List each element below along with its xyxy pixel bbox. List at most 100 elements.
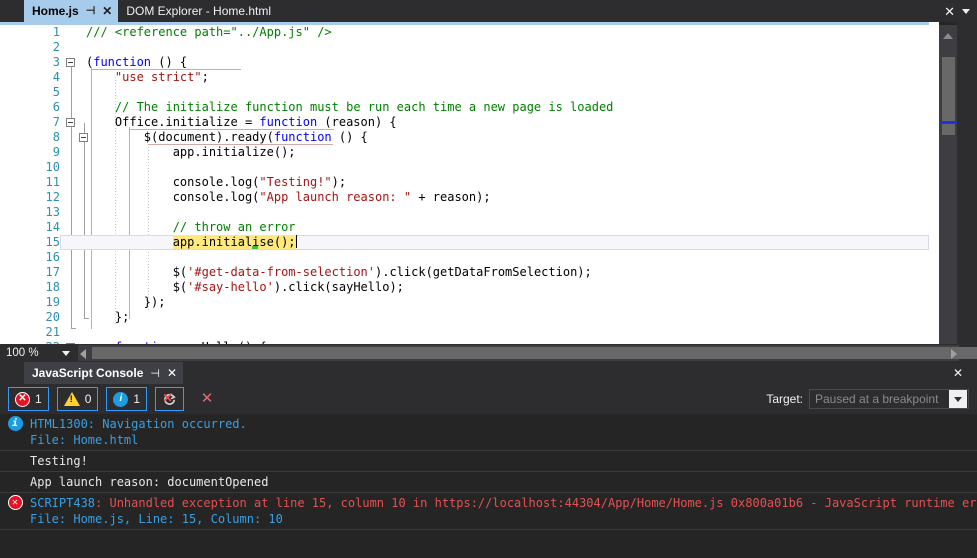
message-code: SCRIPT438 xyxy=(30,496,96,510)
tab-javascript-console[interactable]: JavaScript Console ⊣ ✕ xyxy=(24,362,184,384)
console-message-row[interactable]: Testing! xyxy=(0,451,977,472)
message-primary-line: SCRIPT438: Unhandled exception at line 1… xyxy=(30,495,977,511)
code-line[interactable]: 19 }); xyxy=(0,295,929,310)
code-token: $(document).ready( xyxy=(86,130,274,144)
code-line[interactable]: 7 Office.initialize = function (reason) … xyxy=(0,115,929,130)
line-number: 13 xyxy=(45,205,60,219)
editor-vertical-scrollbar[interactable] xyxy=(939,25,958,344)
error-icon: ✕ xyxy=(7,495,23,510)
console-tabstrip-spacer xyxy=(0,362,24,384)
close-icon[interactable]: ✕ xyxy=(944,5,955,18)
code-line[interactable]: 20 }; xyxy=(0,310,929,325)
error-icon: ✕ xyxy=(15,391,30,407)
code-token: function xyxy=(259,115,318,129)
zoom-level-dropdown[interactable]: 100 % xyxy=(0,344,78,362)
code-lines: 1 /// <reference path="../App.js" /> 2 3 (fu… xyxy=(0,25,929,344)
close-icon[interactable]: ✕ xyxy=(102,5,112,17)
chevron-down-icon xyxy=(954,396,962,402)
clear-on-navigate-button[interactable] xyxy=(155,387,185,411)
fold-toggle-icon[interactable] xyxy=(79,133,88,142)
console-tabstrip: JavaScript Console ⊣ ✕ ✕ xyxy=(0,362,977,384)
fold-toggle-icon[interactable] xyxy=(66,118,75,127)
code-text-area[interactable]: 1 /// <reference path="../App.js" /> 2 3 (fu… xyxy=(0,25,929,344)
code-line[interactable]: 21 xyxy=(0,325,929,340)
line-number: 21 xyxy=(45,325,60,339)
code-line[interactable]: 11 console.log("Testing!"); xyxy=(0,175,929,190)
line-number: 20 xyxy=(45,310,60,324)
zoom-level-value: 100 % xyxy=(6,347,39,359)
code-line[interactable]: 6 // The initialize function must be run… xyxy=(0,100,929,115)
code-token: ); xyxy=(331,175,347,189)
hscrollbar-thumb[interactable] xyxy=(92,347,977,359)
code-token: ; xyxy=(201,70,209,84)
filter-warnings-button[interactable]: 0 xyxy=(56,387,99,411)
message-text: SCRIPT438: Unhandled exception at line 1… xyxy=(30,495,977,527)
pin-icon[interactable]: ⊣ xyxy=(86,5,96,17)
target-dropdown[interactable]: Paused at a breakpoint xyxy=(809,389,969,409)
text-caret xyxy=(295,235,297,248)
javascript-console-panel: JavaScript Console ⊣ ✕ ✕ ✕ 1 0 i 1 xyxy=(0,362,977,558)
code-line[interactable]: 10 xyxy=(0,160,929,175)
tab-dom-explorer[interactable]: DOM Explorer - Home.html xyxy=(118,0,278,22)
scroll-right-icon[interactable] xyxy=(951,349,957,359)
close-icon[interactable]: ✕ xyxy=(953,366,963,380)
tab-home-js[interactable]: Home.js ⊣ ✕ xyxy=(24,0,119,22)
code-line[interactable]: 5 xyxy=(0,85,929,100)
filter-info-button[interactable]: i 1 xyxy=(106,387,148,411)
clear-console-button[interactable]: ✕ xyxy=(192,387,222,411)
chevron-down-icon[interactable] xyxy=(962,8,970,14)
code-token: function xyxy=(273,130,332,144)
clear-on-navigate-icon xyxy=(164,392,176,405)
message-body: : Navigation occurred. xyxy=(87,417,247,431)
close-icon[interactable]: ✕ xyxy=(167,366,177,380)
filter-errors-button[interactable]: ✕ 1 xyxy=(8,387,49,411)
code-line[interactable]: 12 console.log("App launch reason: " + r… xyxy=(0,190,929,205)
pin-icon[interactable]: ⊣ xyxy=(150,367,160,380)
message-primary-line: Testing! xyxy=(30,453,977,469)
code-line[interactable]: 15 app.initialise(); xyxy=(0,235,929,250)
console-message-row[interactable]: ✕ SCRIPT438: Unhandled exception at line … xyxy=(0,493,977,530)
code-line[interactable]: 14 // throw an error xyxy=(0,220,929,235)
editor-tabstrip: Home.js ⊣ ✕ DOM Explorer - Home.html ✕ xyxy=(0,0,977,22)
code-line[interactable]: 18 $('#say-hello').click(sayHello); xyxy=(0,280,929,295)
line-content: "use strict"; xyxy=(86,70,929,85)
line-number: 9 xyxy=(52,145,60,159)
editor-horizontal-scrollbar[interactable] xyxy=(78,345,977,361)
line-number: 11 xyxy=(45,175,60,189)
code-editor: 1 /// <reference path="../App.js" /> 2 3 (fu… xyxy=(0,22,977,344)
editor-right-margin xyxy=(957,22,977,344)
line-content: (function () { xyxy=(86,55,929,70)
message-detail-line: File: Home.html xyxy=(30,433,139,447)
scroll-up-icon[interactable] xyxy=(943,33,953,39)
code-line[interactable]: 8 $(document).ready(function () { xyxy=(0,130,929,145)
fold-toggle-icon[interactable] xyxy=(66,58,75,67)
line-content: console.log("App launch reason: " + reas… xyxy=(86,190,929,205)
code-line[interactable]: 13 xyxy=(0,205,929,220)
editor-window-controls: ✕ xyxy=(944,0,977,22)
console-message-list[interactable]: i HTML1300: Navigation occurred. File: Hom… xyxy=(0,414,977,558)
code-line[interactable]: 3 (function () { xyxy=(0,55,929,70)
code-token: '#get-data-from-selection' xyxy=(187,265,375,279)
code-line[interactable]: 2 xyxy=(0,40,929,55)
scroll-left-icon[interactable] xyxy=(80,349,86,359)
dropdown-button[interactable] xyxy=(949,390,967,408)
code-line[interactable]: 9 app.initialize(); xyxy=(0,145,929,160)
line-content: app.initialize(); xyxy=(86,145,929,160)
console-message-row[interactable]: App launch reason: documentOpened xyxy=(0,472,977,493)
code-line[interactable]: 17 $('#get-data-from-selection').click(g… xyxy=(0,265,929,280)
target-selector-group: Target: Paused at a breakpoint xyxy=(766,389,977,409)
code-line[interactable]: 4 "use strict"; xyxy=(0,70,929,85)
code-line[interactable]: 1 /// <reference path="../App.js" /> xyxy=(0,25,929,40)
code-line[interactable]: 16 xyxy=(0,250,929,265)
line-number: 15 xyxy=(45,235,60,249)
tab-label: Home.js xyxy=(32,4,79,18)
console-message-row[interactable]: i HTML1300: Navigation occurred. File: Hom… xyxy=(0,414,977,451)
line-content: $('#get-data-from-selection').click(getD… xyxy=(86,265,929,280)
line-content: $(document).ready(function () { xyxy=(86,130,929,145)
line-number: 17 xyxy=(45,265,60,279)
line-number: 1 xyxy=(52,25,60,39)
unsaved-change-marker xyxy=(252,246,258,249)
line-number: 8 xyxy=(52,130,60,144)
